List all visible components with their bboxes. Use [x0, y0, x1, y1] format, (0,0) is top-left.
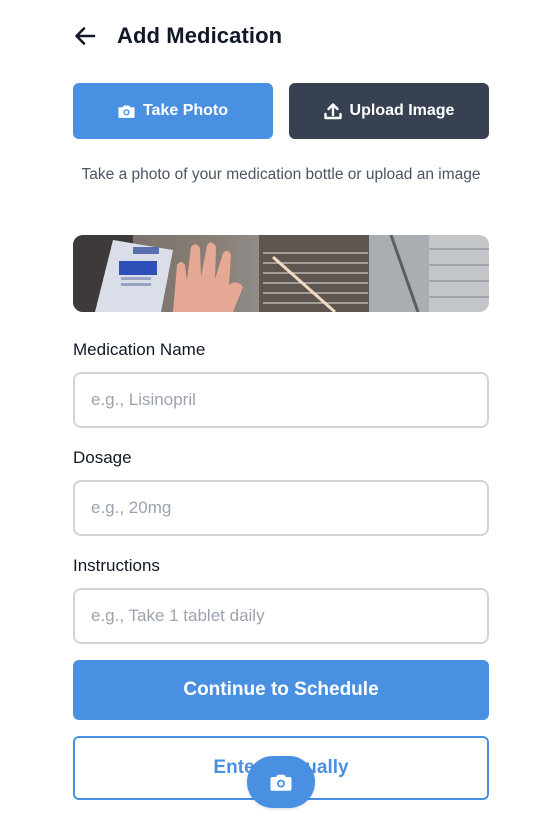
capture-actions: Take Photo Upload Image [73, 83, 489, 139]
dosage-input[interactable] [73, 480, 489, 536]
page-title: Add Medication [117, 23, 283, 48]
medication-name-label: Medication Name [73, 340, 206, 359]
medication-name-input[interactable] [73, 372, 489, 428]
upload-image-label: Upload Image [349, 102, 455, 119]
camera-icon [270, 774, 292, 791]
take-photo-button[interactable]: Take Photo [73, 83, 273, 139]
back-button[interactable] [73, 19, 107, 53]
camera-icon [118, 105, 135, 118]
header: Add Medication [73, 18, 282, 54]
upload-icon [323, 103, 342, 120]
instructions-input[interactable] [73, 588, 489, 644]
upload-image-button[interactable]: Upload Image [289, 83, 489, 139]
dosage-label: Dosage [73, 448, 132, 467]
camera-fab-button[interactable] [247, 756, 315, 808]
instructions-label: Instructions [73, 556, 160, 575]
continue-to-schedule-button[interactable]: Continue to Schedule [73, 660, 489, 720]
arrow-left-icon [75, 27, 96, 45]
take-photo-label: Take Photo [142, 102, 229, 119]
preview-photo [73, 235, 489, 312]
instruction-text: Take a photo of your medication bottle o… [81, 166, 481, 183]
image-preview [73, 235, 489, 312]
